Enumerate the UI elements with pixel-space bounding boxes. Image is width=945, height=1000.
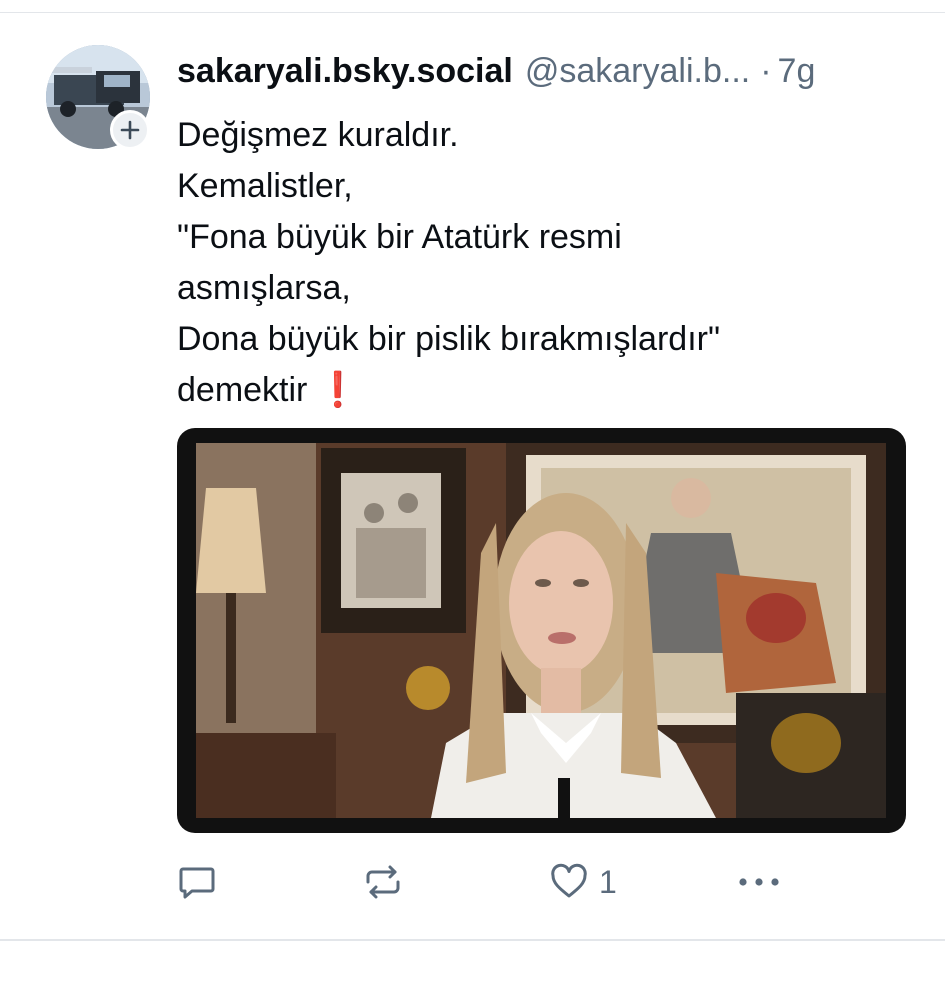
like-button[interactable]: 1 bbox=[549, 856, 617, 908]
repost-icon bbox=[366, 865, 400, 899]
post-text-line: "Fona büyük bir Atatürk resmi bbox=[177, 218, 622, 256]
post-text-line: Değişmez kuraldır. bbox=[177, 116, 459, 154]
reply-button[interactable] bbox=[177, 856, 217, 908]
exclamation-emoji: ❗ bbox=[316, 371, 360, 409]
follow-plus-button[interactable] bbox=[110, 110, 150, 150]
top-divider bbox=[0, 12, 945, 13]
bottom-divider bbox=[0, 939, 945, 941]
plus-icon bbox=[120, 120, 140, 140]
video-thumbnail[interactable] bbox=[177, 428, 906, 833]
post-text-line: Kemalistler, bbox=[177, 167, 353, 205]
post-text-line-last: demektir ❗ bbox=[177, 365, 897, 416]
author-display-name[interactable]: sakaryali.bsky.social bbox=[177, 52, 513, 91]
ellipsis-icon bbox=[739, 878, 779, 886]
post-text: Değişmez kuraldır. Kemalistler, "Fona bü… bbox=[177, 110, 897, 416]
post-actions: 1 bbox=[0, 856, 945, 908]
speech-bubble-icon bbox=[179, 867, 215, 899]
author-handle[interactable]: @sakaryali.b... bbox=[525, 52, 750, 91]
more-options-button[interactable] bbox=[736, 856, 782, 908]
video-frame-image bbox=[196, 443, 886, 818]
post-text-line: demektir bbox=[177, 371, 308, 409]
heart-icon bbox=[551, 863, 587, 898]
like-count: 1 bbox=[599, 863, 617, 900]
post-header: sakaryali.bsky.social @sakaryali.b... · … bbox=[177, 52, 917, 96]
post-text-line: asmışlarsa, bbox=[177, 269, 351, 307]
post-timestamp[interactable]: 7g bbox=[778, 52, 816, 91]
time-separator: · bbox=[760, 52, 772, 90]
repost-button[interactable] bbox=[363, 856, 403, 908]
post-text-line: Dona büyük bir pislik bırakmışlardır" bbox=[177, 320, 721, 358]
